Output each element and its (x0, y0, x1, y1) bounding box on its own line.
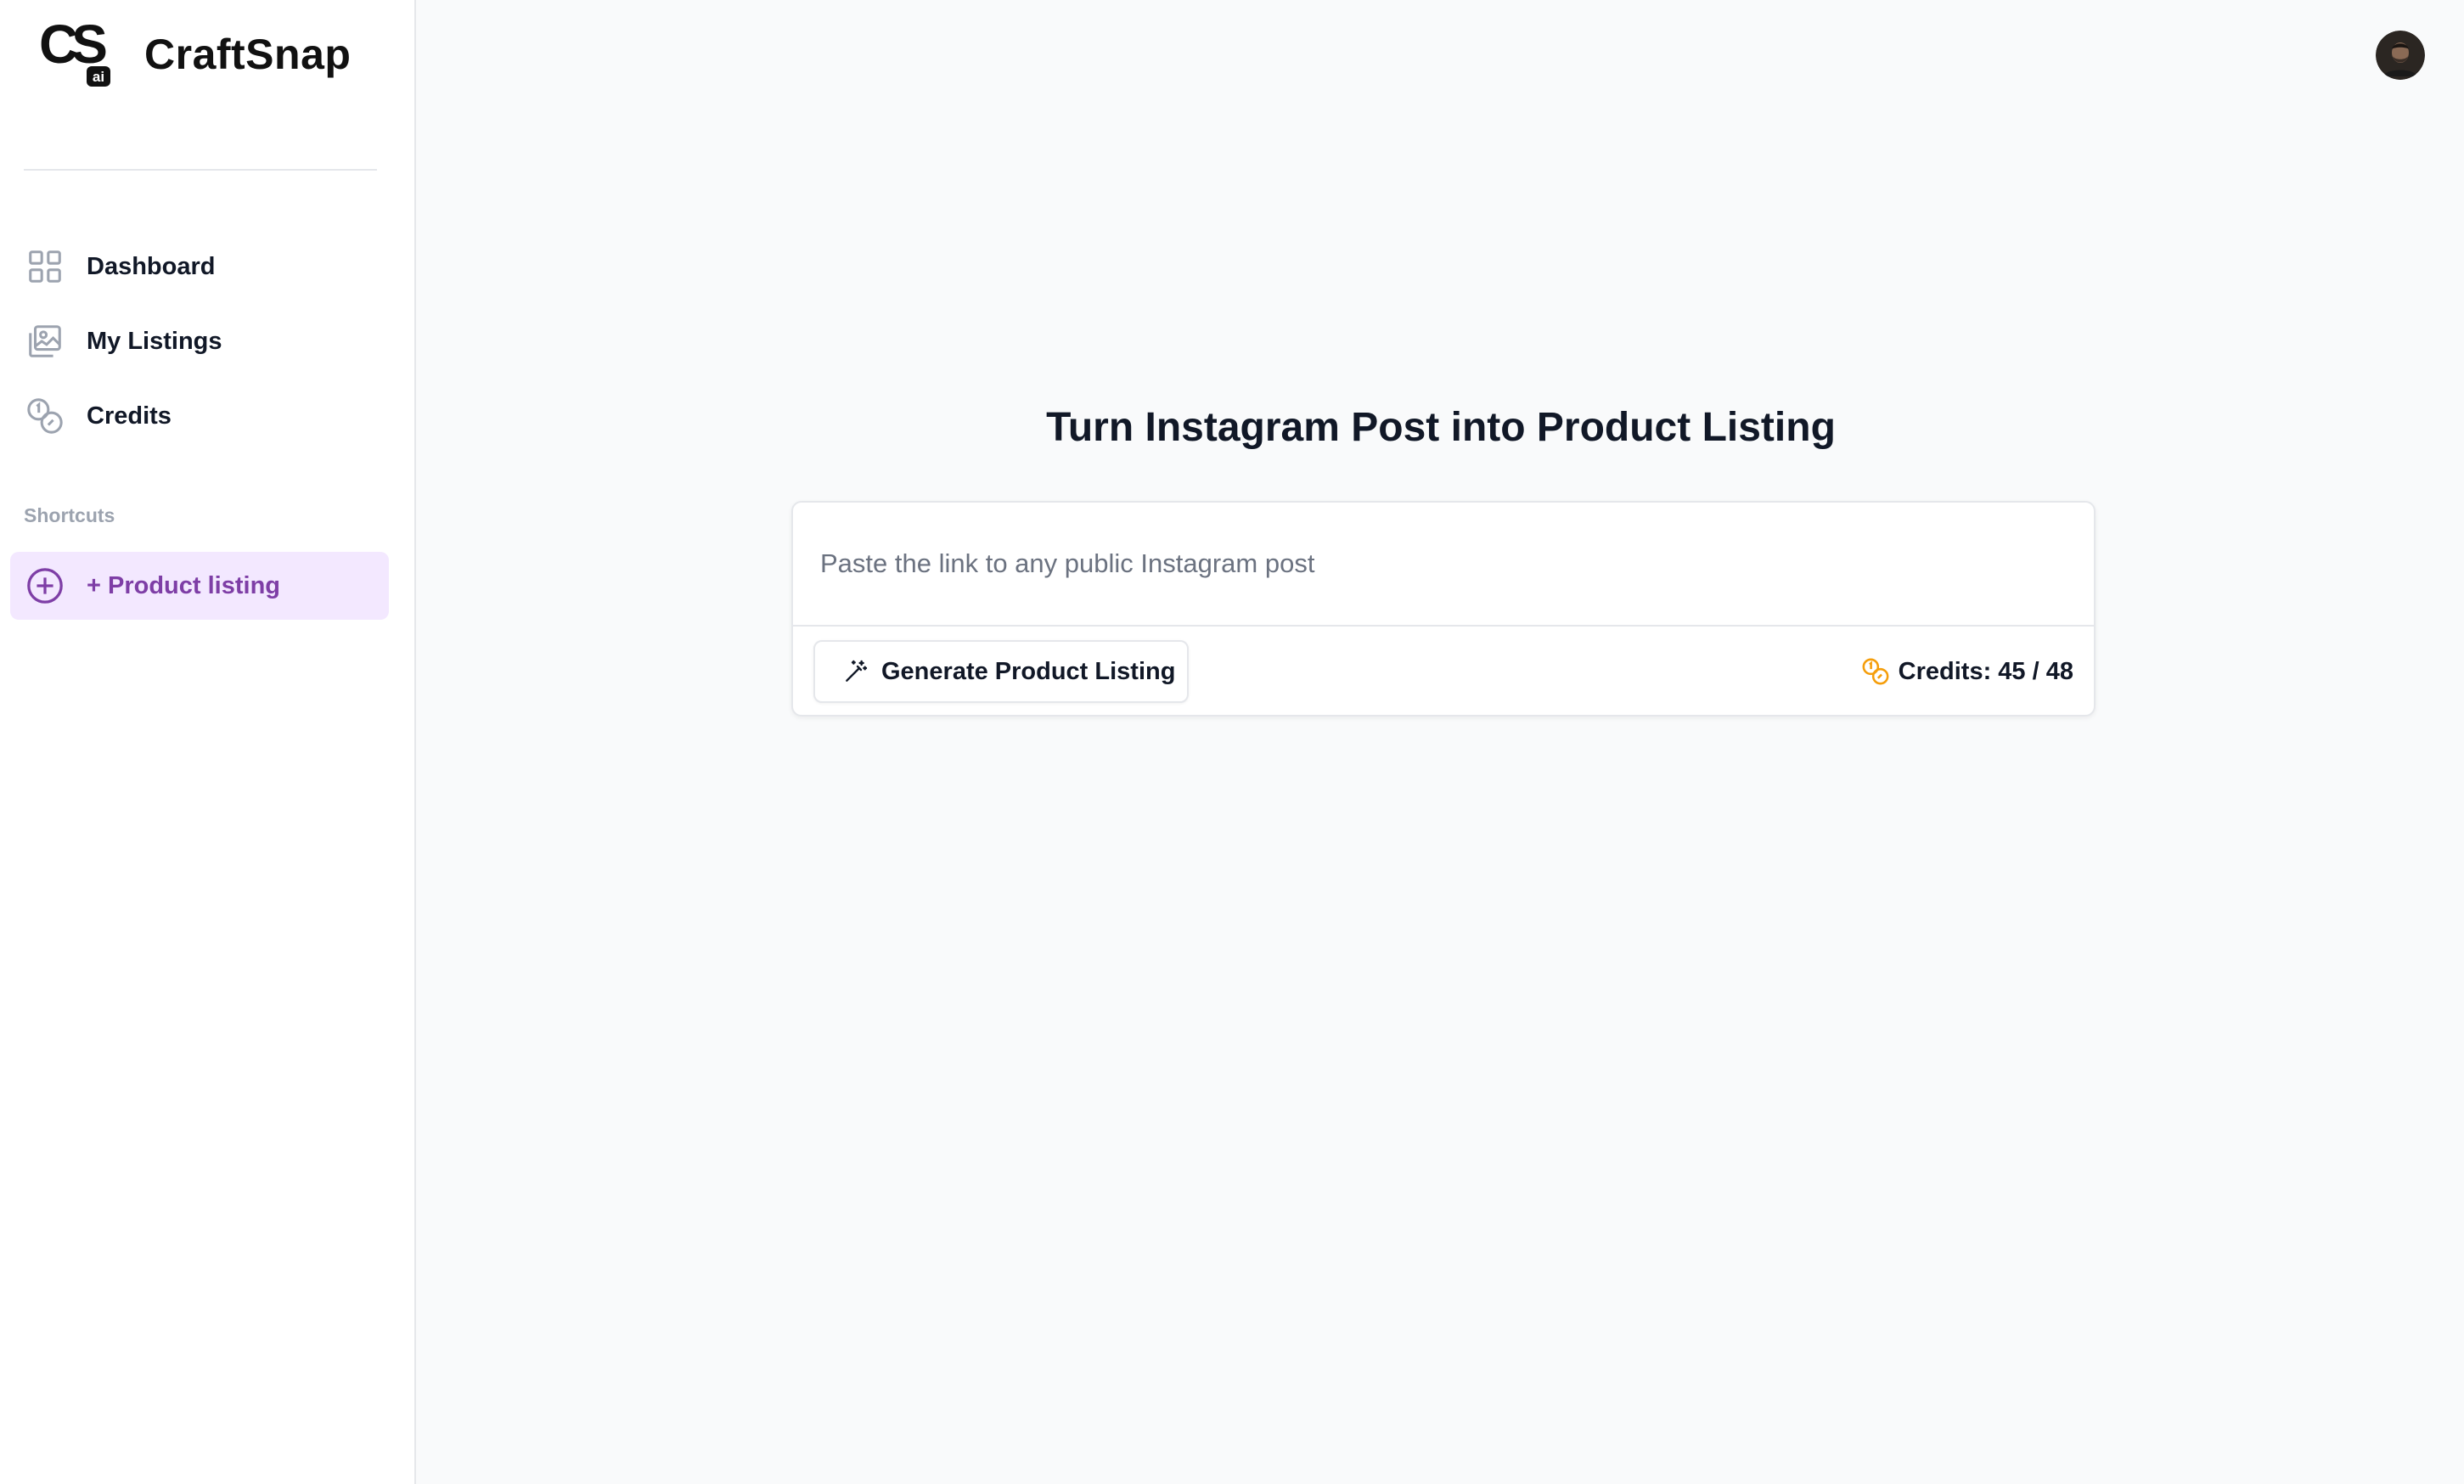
plus-circle-icon (27, 568, 63, 604)
images-icon (29, 325, 61, 357)
card-divider (793, 625, 2094, 627)
credits-text: Credits: 45 / 48 (1898, 657, 2073, 685)
sidebar-divider (24, 169, 377, 171)
sidebar-item-label: Dashboard (87, 252, 216, 280)
shortcut-product-listing[interactable]: + Product listing (10, 552, 389, 620)
brand[interactable]: CS ai CraftSnap (39, 17, 352, 87)
sidebar-item-label: My Listings (87, 327, 222, 355)
top-bar (418, 0, 2464, 109)
logo: CS ai (39, 17, 110, 87)
avatar-image (2376, 31, 2425, 80)
sidebar-item-credits[interactable]: Credits (10, 379, 389, 453)
coins-icon (1862, 658, 1889, 685)
credits-display: Credits: 45 / 48 (1861, 640, 2073, 703)
sidebar-item-label: Credits (87, 402, 172, 430)
listing-generator-card: Generate Product Listing Credits: 45 / 4… (791, 501, 2096, 717)
instagram-link-input[interactable] (820, 518, 2060, 610)
sidebar-item-dashboard[interactable]: Dashboard (10, 229, 389, 304)
brand-name: CraftSnap (144, 31, 352, 78)
sidebar-nav: Dashboard My Listings Credits (10, 229, 389, 453)
app-root: CS ai CraftSnap Dashboard My Listings Cr… (0, 0, 2464, 1484)
generate-product-listing-button[interactable]: Generate Product Listing (813, 640, 1189, 703)
logo-badge: ai (87, 66, 110, 87)
page-title: Turn Instagram Post into Product Listing (1046, 405, 1836, 450)
logo-text: CS (39, 14, 108, 75)
magic-wand-icon (846, 660, 868, 682)
grid-icon (29, 250, 61, 283)
shortcuts-heading: Shortcuts (24, 504, 115, 526)
generate-button-label: Generate Product Listing (881, 657, 1176, 685)
user-avatar[interactable] (2376, 31, 2425, 80)
shortcut-label: + Product listing (87, 571, 280, 599)
sidebar-item-my-listings[interactable]: My Listings (10, 304, 389, 379)
sidebar: CS ai CraftSnap Dashboard My Listings Cr… (0, 0, 416, 1484)
coins-icon (27, 398, 63, 434)
